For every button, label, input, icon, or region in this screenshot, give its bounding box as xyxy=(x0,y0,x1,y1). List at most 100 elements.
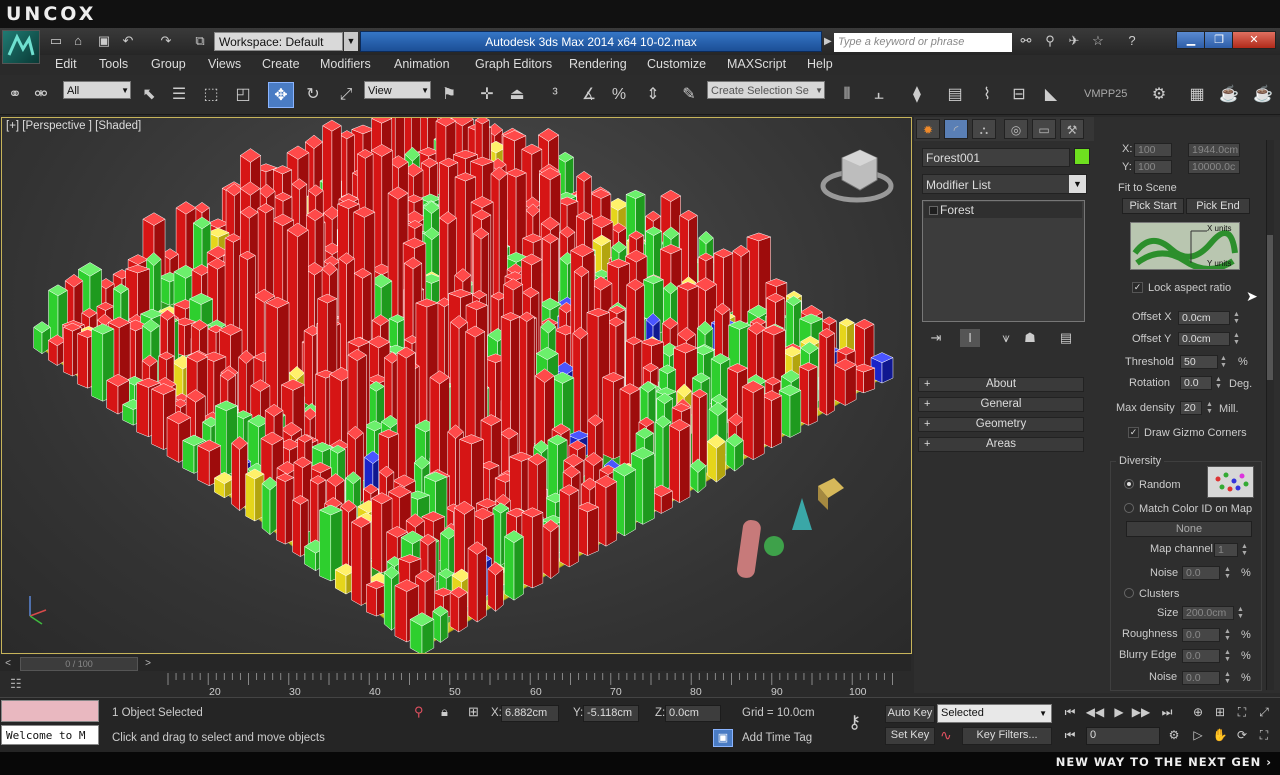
roughness-field[interactable]: 0.0 xyxy=(1182,628,1220,642)
snap-toggle-icon[interactable]: ³ xyxy=(542,82,568,108)
cluster-noise-field[interactable]: 0.0 xyxy=(1182,671,1220,685)
select-rotate-icon[interactable]: ↻ xyxy=(300,82,326,108)
select-move-icon[interactable]: ✥ xyxy=(268,82,294,108)
subscription-icon[interactable]: ⚲ xyxy=(1042,33,1058,49)
maximize-viewport-icon[interactable]: ⛶ xyxy=(1254,726,1274,744)
y-tiles-field[interactable]: 100 xyxy=(1134,160,1172,174)
stack-item-forest[interactable]: Forest xyxy=(924,202,1082,218)
menu-rendering[interactable]: Rendering xyxy=(569,57,627,71)
zoom-extents-icon[interactable]: ⛶ xyxy=(1232,703,1252,721)
add-time-tag[interactable]: Add Time Tag xyxy=(742,732,812,744)
coord-x-field[interactable]: 6.882cm xyxy=(501,705,559,722)
manipulate-icon[interactable]: ✛ xyxy=(474,82,500,108)
configure-sets-icon[interactable]: ▤ xyxy=(1056,329,1076,347)
ref-coord-dropdown[interactable]: View ▼ xyxy=(364,81,431,99)
menu-group[interactable]: Group xyxy=(151,57,186,71)
listener-input[interactable]: Welcome to M xyxy=(1,725,99,745)
blurry-edge-field[interactable]: 0.0 xyxy=(1182,649,1220,663)
object-name-field[interactable]: Forest001 xyxy=(922,148,1070,167)
workspace-dropdown[interactable]: Workspace: Default xyxy=(214,32,343,51)
menu-maxscript[interactable]: MAXScript xyxy=(727,57,786,71)
curve-editor-icon[interactable]: ⌇ xyxy=(974,82,1000,108)
close-button[interactable]: ✕ xyxy=(1232,31,1276,49)
selection-filter-dropdown[interactable]: All ▼ xyxy=(63,81,131,99)
clusters-radio[interactable] xyxy=(1124,588,1134,598)
menu-customize[interactable]: Customize xyxy=(647,57,706,71)
threshold-field[interactable]: 50 xyxy=(1180,355,1218,369)
key-filters-button[interactable]: Key Filters... xyxy=(962,727,1052,745)
layer-manager-icon[interactable]: ⧫ xyxy=(904,82,930,108)
named-selection-input[interactable]: Create Selection Se ▼ xyxy=(707,81,825,99)
select-scale-icon[interactable]: ⤢ xyxy=(333,82,359,108)
pan-icon[interactable]: ✋ xyxy=(1210,726,1230,744)
spinner-icon[interactable]: ▲ ▼ xyxy=(1236,606,1245,620)
make-unique-icon[interactable]: ⩛ xyxy=(996,329,1016,347)
select-object-icon[interactable]: ⬉ xyxy=(136,82,162,108)
auto-key-button[interactable]: Auto Key xyxy=(885,705,935,723)
y-size-field[interactable]: 10000.0c xyxy=(1188,160,1240,174)
rect-selection-icon[interactable]: ⬚ xyxy=(198,82,224,108)
previous-frame-icon[interactable]: ◀◀ xyxy=(1085,703,1105,721)
zoom-extents-all-icon[interactable]: ⤢ xyxy=(1254,703,1274,721)
play-icon[interactable]: ▶ xyxy=(1109,703,1129,721)
time-slider-knob[interactable]: 0 / 100 xyxy=(20,657,138,671)
chevron-down-icon[interactable]: ▼ xyxy=(1069,175,1086,193)
key-mode-icon[interactable]: ∿ xyxy=(940,727,952,744)
orbit-icon[interactable]: ⟳ xyxy=(1232,726,1252,744)
pick-start-button[interactable]: Pick Start xyxy=(1122,198,1184,214)
draw-gizmo-checkbox[interactable]: ✓ xyxy=(1128,427,1139,438)
current-frame-field[interactable]: 0 xyxy=(1086,727,1160,745)
absolute-mode-icon[interactable]: ⊞ xyxy=(468,704,479,720)
zoom-icon[interactable]: ⊕ xyxy=(1188,703,1208,721)
go-to-start-icon[interactable]: ⏮ xyxy=(1060,703,1080,721)
spinner-icon[interactable]: ▲ ▼ xyxy=(1232,332,1241,346)
spinner-icon[interactable]: ▲ ▼ xyxy=(1223,628,1232,642)
modify-tab-icon[interactable]: ◜ xyxy=(944,119,968,139)
render-iterative-icon[interactable]: ☕ xyxy=(1250,82,1276,108)
offset-x-field[interactable]: 0.0cm xyxy=(1178,311,1230,325)
panel-scrollbar-thumb[interactable] xyxy=(1267,235,1273,380)
new-file-icon[interactable]: ▭ xyxy=(48,33,64,49)
spinner-icon[interactable]: ▲ ▼ xyxy=(1223,649,1232,663)
show-end-result-icon[interactable]: Ι xyxy=(960,329,980,347)
lock-selection-icon[interactable]: 🔒︎ xyxy=(441,704,448,720)
keyboard-shortcut-icon[interactable]: ⏏ xyxy=(504,82,530,108)
app-menu-button[interactable] xyxy=(2,30,40,64)
render-setup-icon[interactable]: ⚙ xyxy=(1146,82,1172,108)
search-input[interactable]: Type a keyword or phrase xyxy=(834,33,1012,52)
menu-modifiers[interactable]: Modifiers xyxy=(320,57,371,71)
max-density-field[interactable]: 20 xyxy=(1180,401,1202,415)
material-editor-icon[interactable]: ◣ xyxy=(1038,82,1064,108)
mirror-icon[interactable]: ⫴ xyxy=(834,82,860,108)
field-of-view-icon[interactable]: ▷ xyxy=(1188,726,1208,744)
rollout-areas[interactable]: + Areas xyxy=(918,437,1084,452)
undo-icon[interactable]: ↶ xyxy=(120,33,136,49)
render-production-icon[interactable]: ☕ xyxy=(1216,82,1242,108)
rollout-about[interactable]: + About xyxy=(918,377,1084,392)
modifier-list-dropdown[interactable]: Modifier List xyxy=(922,174,1087,194)
key-filter-dropdown[interactable]: Selected ▼ xyxy=(937,704,1052,723)
zoom-all-icon[interactable]: ⊞ xyxy=(1210,703,1230,721)
help-icon[interactable]: ? xyxy=(1124,33,1140,49)
align-icon[interactable]: ⫠ xyxy=(866,82,892,108)
key-mode-toggle-icon[interactable]: ⏮ xyxy=(1060,726,1080,744)
lock-aspect-checkbox[interactable]: ✓ xyxy=(1132,282,1143,293)
match-color-radio[interactable] xyxy=(1124,503,1134,513)
remove-modifier-icon[interactable]: ☗ xyxy=(1020,329,1040,347)
coord-z-field[interactable]: 0.0cm xyxy=(665,705,721,722)
rollout-geometry[interactable]: + Geometry xyxy=(918,417,1084,432)
expand-box-icon[interactable] xyxy=(929,206,938,215)
noise-field[interactable]: 0.0 xyxy=(1182,566,1220,580)
open-file-icon[interactable]: ⌂ xyxy=(70,33,86,49)
spinner-icon[interactable]: ▲ ▼ xyxy=(1232,311,1241,325)
menu-help[interactable]: Help xyxy=(807,57,833,71)
save-file-icon[interactable]: ▣ xyxy=(96,33,112,49)
binoculars-icon[interactable]: ⚯ xyxy=(1018,33,1034,49)
rotation-field[interactable]: 0.0 xyxy=(1180,376,1212,390)
window-crossing-icon[interactable]: ◰ xyxy=(230,82,256,108)
link-icon[interactable]: ⚭ xyxy=(2,82,28,108)
offset-y-field[interactable]: 0.0cm xyxy=(1178,332,1230,346)
spinner-icon[interactable]: ▲ ▼ xyxy=(1223,671,1232,685)
percent-snap-icon[interactable]: % xyxy=(606,82,632,108)
chevron-down-icon[interactable]: ▼ xyxy=(344,32,358,51)
